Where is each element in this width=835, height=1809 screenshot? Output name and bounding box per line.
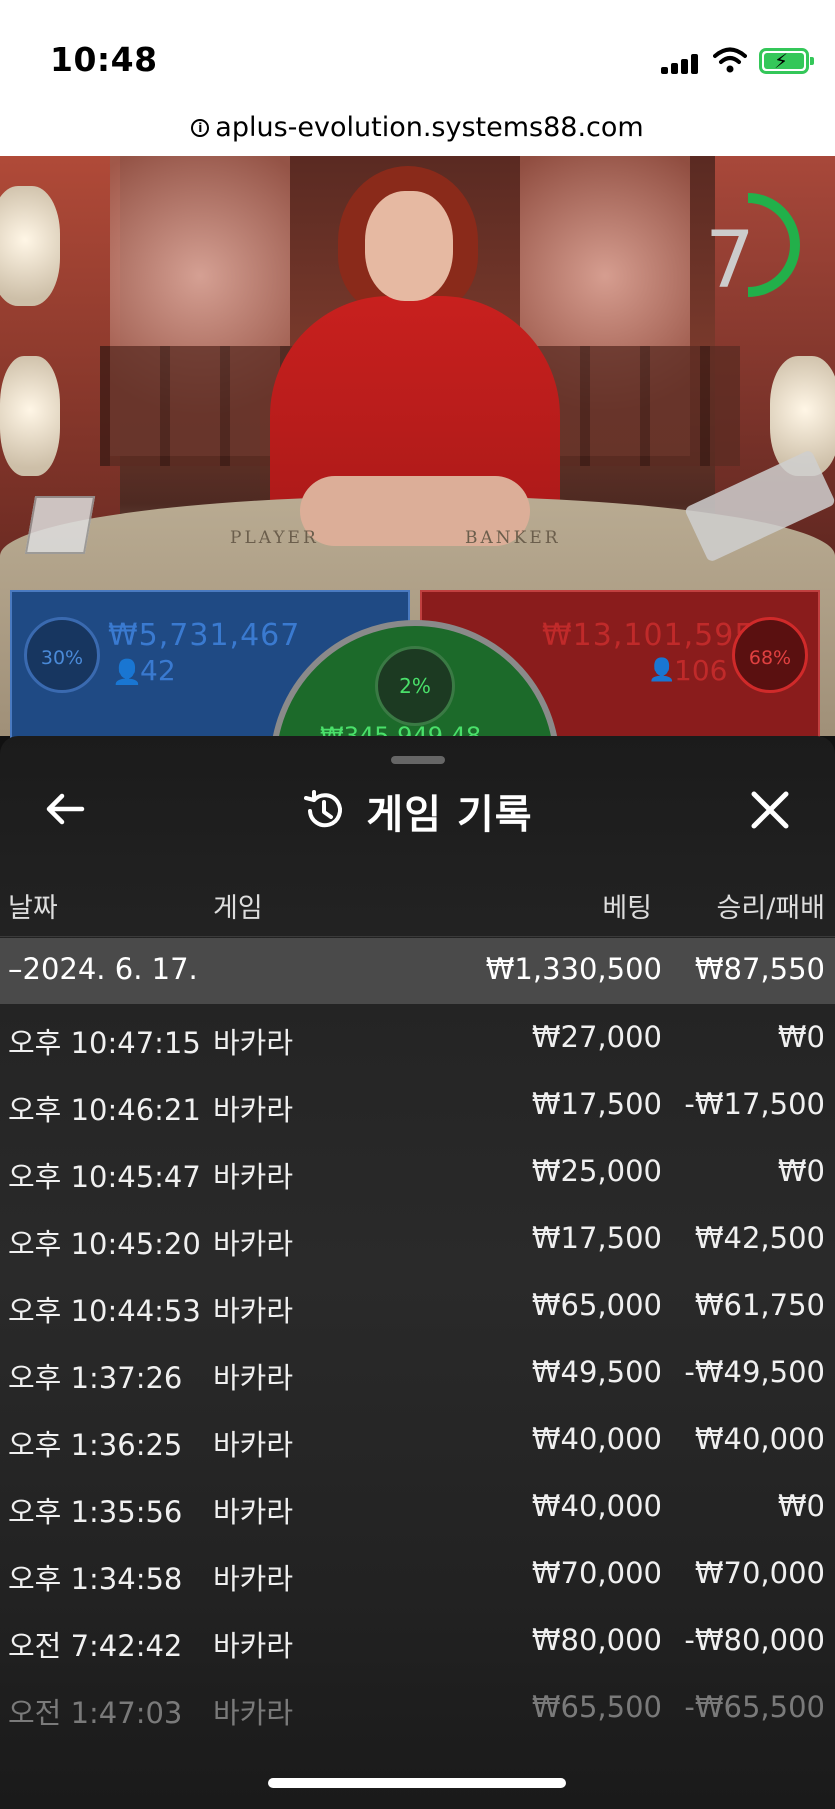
history-row[interactable]: 오후 1:37:26 바카라 ₩49,500 -₩49,500 xyxy=(0,1339,835,1406)
row-result: ₩0 xyxy=(777,1020,825,1054)
row-bet: ₩49,500 xyxy=(531,1355,662,1389)
status-bar: 10:48 ⚡ xyxy=(0,0,835,100)
sheet-drag-handle[interactable] xyxy=(391,756,445,764)
row-game: 바카라 xyxy=(213,1026,294,1060)
history-row[interactable]: 오후 10:47:15 바카라 ₩27,000 ₩0 xyxy=(0,1004,835,1071)
player-bet-percent: 30% xyxy=(24,617,100,693)
row-time: 오후 1:37:26 xyxy=(8,1361,183,1395)
row-time: 오후 10:45:47 xyxy=(8,1160,201,1194)
row-result: ₩0 xyxy=(777,1154,825,1188)
row-time: 오후 10:47:15 xyxy=(8,1026,201,1060)
row-bet: ₩40,000 xyxy=(531,1422,662,1456)
table-label-player: PLAYER xyxy=(230,528,319,548)
tie-bet-percent: 2% xyxy=(375,646,455,726)
row-result: ₩0 xyxy=(777,1489,825,1523)
history-row[interactable]: 오전 7:42:42 바카라 ₩80,000 -₩80,000 xyxy=(0,1607,835,1674)
row-time: 오후 1:35:56 xyxy=(8,1495,183,1529)
row-bet: ₩65,500 xyxy=(531,1690,662,1724)
game-history-sheet: 게임 기록 날짜 게임 베팅 승리/패배 –2024. 6. 17. ₩1,33… xyxy=(0,736,835,1809)
row-bet: ₩40,000 xyxy=(531,1489,662,1523)
sheet-header: 게임 기록 xyxy=(0,782,835,840)
row-game: 바카라 xyxy=(213,1361,294,1395)
url-text: aplus-evolution.systems88.com xyxy=(215,112,644,143)
table-label-banker: BANKER xyxy=(465,528,561,548)
header-divider xyxy=(0,936,835,937)
date-group-row[interactable]: –2024. 6. 17. ₩1,330,500 ₩87,550 xyxy=(0,938,835,1004)
home-indicator[interactable] xyxy=(268,1778,566,1788)
row-result: -₩80,000 xyxy=(684,1623,825,1657)
row-result: ₩40,000 xyxy=(694,1422,825,1456)
cellular-signal-icon xyxy=(661,54,701,74)
date-group-date: –2024. 6. 17. xyxy=(8,952,198,986)
row-time: 오후 10:45:20 xyxy=(8,1227,201,1261)
row-time: 오후 10:44:53 xyxy=(8,1294,201,1328)
row-game: 바카라 xyxy=(213,1160,294,1194)
history-icon xyxy=(304,790,343,828)
date-group-win-total: ₩87,550 xyxy=(694,952,825,986)
date-group-bet-total: ₩1,330,500 xyxy=(485,952,662,986)
row-result: ₩61,750 xyxy=(694,1288,825,1322)
row-game: 바카라 xyxy=(213,1629,294,1663)
row-result: ₩70,000 xyxy=(694,1556,825,1590)
row-game: 바카라 xyxy=(213,1495,294,1529)
site-info-icon[interactable]: i xyxy=(191,118,210,137)
history-row[interactable]: 오후 10:46:21 바카라 ₩17,500 -₩17,500 xyxy=(0,1071,835,1138)
row-game: 바카라 xyxy=(213,1562,294,1596)
history-row[interactable]: 오후 1:35:56 바카라 ₩40,000 ₩0 xyxy=(0,1473,835,1540)
row-time: 오후 10:46:21 xyxy=(8,1093,201,1127)
history-row[interactable]: 오후 10:45:20 바카라 ₩17,500 ₩42,500 xyxy=(0,1205,835,1272)
row-bet: ₩27,000 xyxy=(531,1020,662,1054)
player-user-icon: 👤 xyxy=(112,658,142,686)
history-list: 오후 10:47:15 바카라 ₩27,000 ₩0 오후 10:46:21 바… xyxy=(0,1004,835,1741)
battery-icon: ⚡ xyxy=(759,48,814,74)
banker-user-icon: 👤 xyxy=(648,658,676,683)
sheet-title: 게임 기록 xyxy=(366,792,533,838)
row-bet: ₩17,500 xyxy=(531,1221,662,1255)
history-row[interactable]: 오전 1:47:03 바카라 ₩65,500 -₩65,500 xyxy=(0,1674,835,1741)
status-time: 10:48 xyxy=(50,40,158,79)
wifi-icon xyxy=(713,47,747,73)
history-row[interactable]: 오후 10:44:53 바카라 ₩65,000 ₩61,750 xyxy=(0,1272,835,1339)
player-bet-amount: ₩5,731,467 xyxy=(108,618,301,653)
history-row[interactable]: 오후 10:45:47 바카라 ₩25,000 ₩0 xyxy=(0,1138,835,1205)
row-game: 바카라 xyxy=(213,1093,294,1127)
close-icon[interactable] xyxy=(744,784,796,836)
row-bet: ₩25,000 xyxy=(531,1154,662,1188)
banker-bet-count: 106 xyxy=(674,654,728,687)
column-header-win-loss: 승리/패배 xyxy=(716,893,825,924)
row-time: 오전 1:47:03 xyxy=(8,1696,183,1730)
row-bet: ₩80,000 xyxy=(531,1623,662,1657)
row-time: 오후 1:34:58 xyxy=(8,1562,183,1596)
row-result: -₩17,500 xyxy=(684,1087,825,1121)
column-header-game: 게임 xyxy=(213,893,263,924)
player-bet-count: 42 xyxy=(140,654,176,687)
row-game: 바카라 xyxy=(213,1428,294,1462)
column-header-date: 날짜 xyxy=(8,893,58,924)
row-game: 바카라 xyxy=(213,1294,294,1328)
row-bet: ₩65,000 xyxy=(531,1288,662,1322)
row-game: 바카라 xyxy=(213,1696,294,1730)
countdown-number: 7 xyxy=(705,216,755,306)
history-row[interactable]: 오후 1:36:25 바카라 ₩40,000 ₩40,000 xyxy=(0,1406,835,1473)
row-time: 오후 1:36:25 xyxy=(8,1428,183,1462)
row-bet: ₩70,000 xyxy=(531,1556,662,1590)
row-result: -₩65,500 xyxy=(684,1690,825,1724)
url-bar[interactable]: i aplus-evolution.systems88.com xyxy=(0,100,835,156)
row-game: 바카라 xyxy=(213,1227,294,1261)
banker-bet-percent: 68% xyxy=(732,617,808,693)
row-bet: ₩17,500 xyxy=(531,1087,662,1121)
history-row[interactable]: 오후 1:34:58 바카라 ₩70,000 ₩70,000 xyxy=(0,1540,835,1607)
column-header-bet: 베팅 xyxy=(602,893,652,924)
banker-bet-amount: ₩13,101,595 xyxy=(542,618,755,653)
row-result: -₩49,500 xyxy=(684,1355,825,1389)
row-result: ₩42,500 xyxy=(694,1221,825,1255)
row-time: 오전 7:42:42 xyxy=(8,1629,183,1663)
